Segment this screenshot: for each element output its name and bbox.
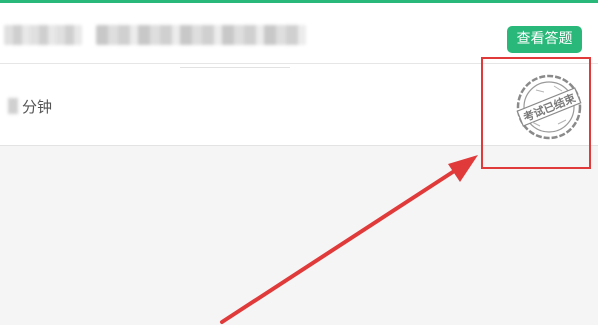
annotation-arrow [220, 155, 478, 324]
